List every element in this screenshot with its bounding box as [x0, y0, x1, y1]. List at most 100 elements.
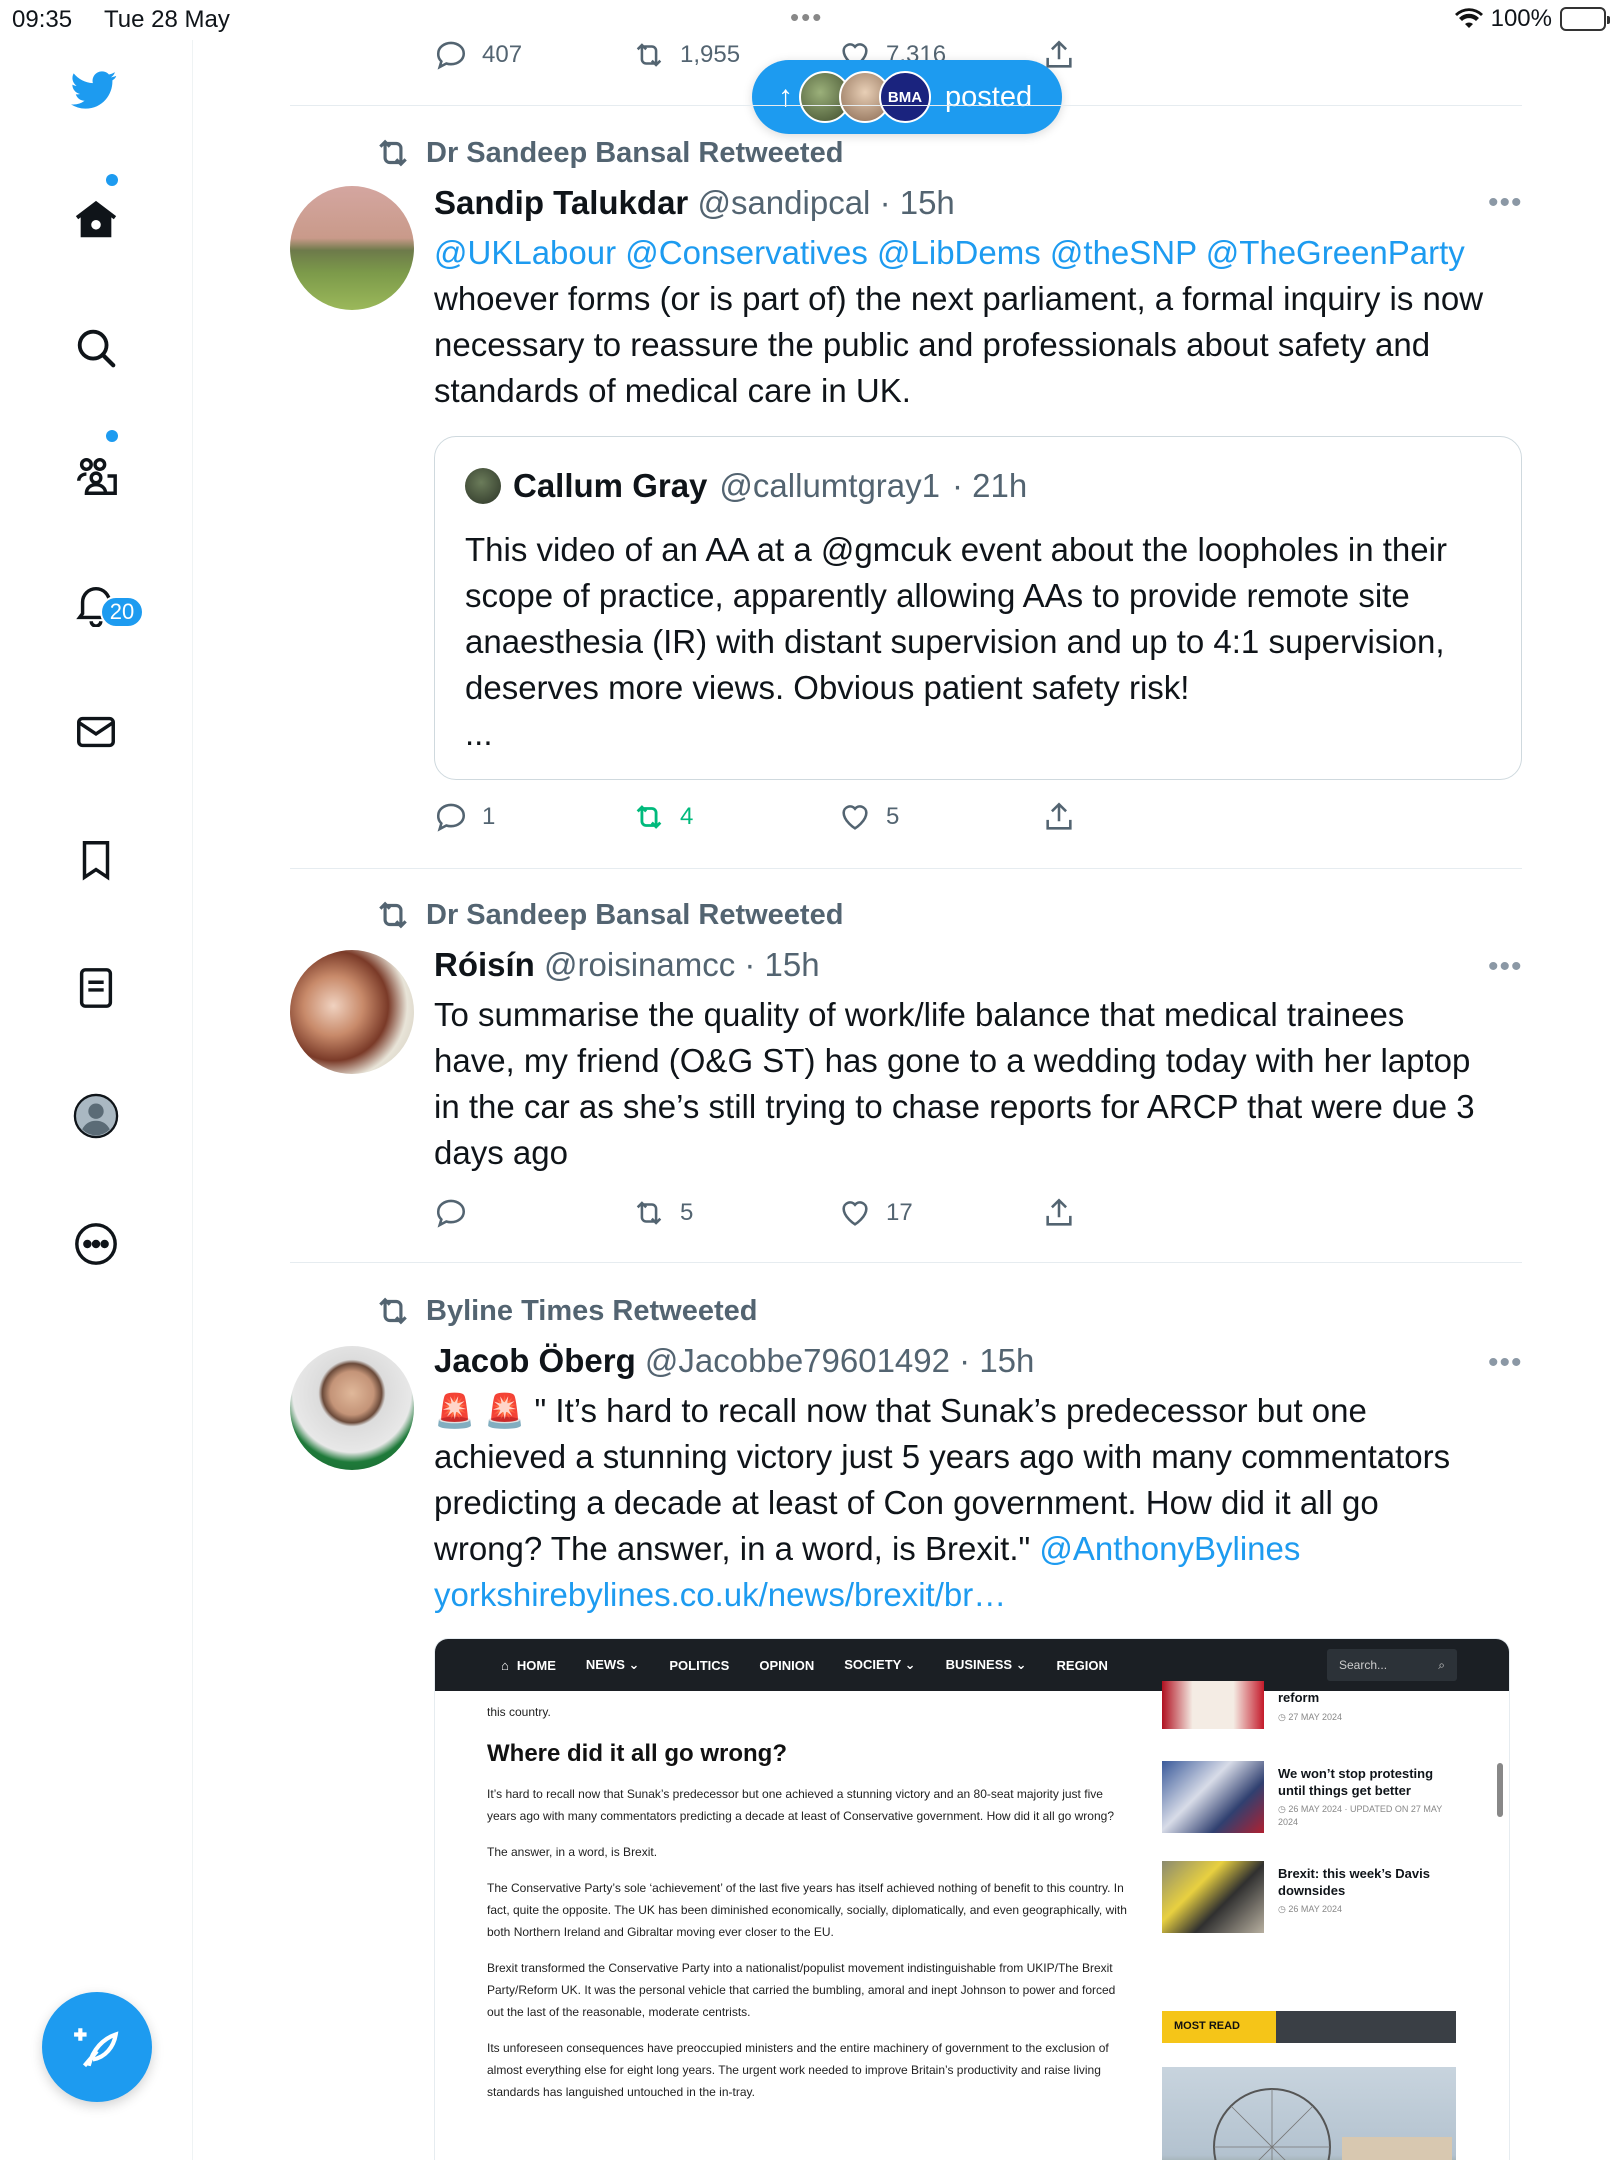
reply-icon: [436, 1199, 466, 1228]
author-handle[interactable]: @roisinamcc: [544, 946, 735, 983]
retweeted-by[interactable]: Dr Sandeep Bansal Retweeted: [374, 134, 843, 172]
profile-avatar-icon[interactable]: [70, 1090, 122, 1142]
avatar[interactable]: [290, 1346, 414, 1470]
article-thumbnail: [1162, 1761, 1264, 1833]
article-intro: this country.: [487, 1705, 551, 1719]
quote-ellipsis: ...: [465, 715, 493, 752]
tweet-divider: [290, 105, 1522, 106]
sidebar-article-title: Brexit: this week’s Davis downsides: [1278, 1866, 1430, 1898]
lists-icon[interactable]: [70, 962, 122, 1014]
home-icon[interactable]: [70, 194, 122, 246]
toast-label: posted: [945, 80, 1033, 113]
site-nav-item: OPINION: [759, 1657, 815, 1673]
messages-envelope-icon[interactable]: [70, 706, 122, 758]
article-thumbnail: [1162, 1681, 1264, 1729]
site-nav-item: NEWS ⌄: [585, 1657, 640, 1672]
sidebar-article: reform ◷ 27 MAY 2024: [1162, 1681, 1462, 1761]
sidebar: 20: [0, 40, 193, 2160]
author-name[interactable]: Sandip Talukdar: [434, 184, 688, 221]
tweet-time[interactable]: · 15h: [959, 1342, 1034, 1379]
reply-action[interactable]: 1: [434, 800, 495, 834]
like-action[interactable]: 17: [838, 1196, 913, 1230]
tweet-text: @UKLabour @Conservatives @LibDems @theSN…: [434, 230, 1494, 414]
share-icon: [1046, 802, 1072, 830]
retweeted-by[interactable]: Byline Times Retweeted: [374, 1292, 757, 1330]
share-action[interactable]: [1042, 800, 1076, 834]
most-read-label: MOST READ: [1162, 2011, 1276, 2043]
retweeted-by[interactable]: Dr Sandeep Bansal Retweeted: [374, 896, 843, 934]
retweeted-by-label: Dr Sandeep Bansal Retweeted: [426, 898, 844, 931]
sidebar-article-date: ◷ 26 MAY 2024 · UPDATED ON 27 MAY 2024: [1278, 1804, 1443, 1827]
battery-icon: [1560, 7, 1610, 31]
quote-header: Callum Gray @callumtgray1 · 21h: [465, 467, 1027, 505]
author-name[interactable]: Jacob Öberg: [434, 1342, 636, 1379]
retweeted-by-label: Dr Sandeep Bansal Retweeted: [426, 136, 844, 169]
compose-tweet-button[interactable]: [42, 1992, 152, 2102]
tweet-header: Jacob Öberg @Jacobbe79601492 · 15h: [434, 1342, 1034, 1380]
tweet-time[interactable]: · 15h: [880, 184, 955, 221]
more-options-icon[interactable]: •••: [1488, 1346, 1523, 1380]
author-name[interactable]: Róisín: [434, 946, 535, 983]
site-nav-item: BUSINESS ⌄: [945, 1657, 1027, 1672]
retweet-action[interactable]: 1,955: [632, 38, 740, 72]
tweet-link[interactable]: yorkshirebylines.co.uk/news/brexit/br…: [434, 1576, 1006, 1613]
like-count: 17: [886, 1199, 913, 1226]
article-heading: Where did it all go wrong?: [487, 1740, 787, 1767]
site-search: Search... ⌕: [1327, 1649, 1457, 1681]
reply-action[interactable]: 407: [434, 38, 522, 72]
article-paragraph: It’s hard to recall now that Sunak’s pre…: [487, 1787, 1114, 1823]
more-options-icon[interactable]: •••: [1488, 950, 1523, 984]
article-thumbnail: [1162, 1861, 1264, 1933]
avatar[interactable]: [290, 950, 414, 1074]
sidebar-article: We won’t stop protesting until things ge…: [1162, 1761, 1462, 1841]
like-action[interactable]: 5: [838, 800, 899, 834]
avatar[interactable]: [290, 186, 414, 310]
sidebar-article-date: ◷ 26 MAY 2024: [1278, 1904, 1343, 1914]
multitasking-dots-icon[interactable]: •••: [790, 2, 823, 33]
search-icon[interactable]: [70, 322, 122, 374]
feather-plus-icon: [74, 2028, 119, 2068]
tweet-text: 🚨 🚨 " It’s hard to recall now that Sunak…: [434, 1388, 1494, 1618]
bookmark-icon[interactable]: [70, 834, 122, 886]
tweet-mentions[interactable]: @UKLabour @Conservatives @LibDems @theSN…: [434, 234, 1465, 271]
sidebar-article-date: ◷ 27 MAY 2024: [1278, 1712, 1343, 1722]
retweet-action[interactable]: 4: [632, 800, 693, 834]
more-circle-icon[interactable]: [70, 1218, 122, 1270]
quote-avatar: [465, 468, 501, 504]
arrow-up-icon: ↑: [778, 80, 793, 113]
status-date: Tue 28 May: [104, 6, 230, 33]
home-dot-badge: [106, 174, 118, 186]
tweet-header: Róisín @roisinamcc · 15h: [434, 946, 820, 984]
reply-action[interactable]: [434, 1196, 468, 1230]
site-article: this country. Where did it all go wrong?…: [487, 1701, 1127, 2117]
author-handle[interactable]: @Jacobbe79601492: [645, 1342, 950, 1379]
reply-icon: [436, 803, 466, 832]
more-options-icon[interactable]: •••: [1488, 186, 1523, 220]
retweet-icon: [636, 1201, 662, 1225]
tweet-header: Sandip Talukdar @sandipcal · 15h: [434, 184, 955, 222]
article-paragraph: Its unforeseen consequences have preoccu…: [487, 2041, 1109, 2099]
status-right: 100%: [1454, 5, 1610, 33]
retweet-action[interactable]: 5: [632, 1196, 693, 1230]
toast-avatar-bma: BMA: [879, 71, 931, 123]
tweet-mention[interactable]: @AnthonyBylines: [1039, 1530, 1300, 1567]
siren-emoji-icon: 🚨 🚨: [434, 1392, 526, 1429]
quote-author-handle: @callumtgray1: [719, 467, 940, 504]
communities-icon[interactable]: [70, 450, 122, 502]
communities-dot-badge: [106, 430, 118, 442]
heart-icon: [842, 805, 868, 830]
quote-tweet[interactable]: Callum Gray @callumtgray1 · 21h This vid…: [434, 436, 1522, 780]
share-action[interactable]: [1042, 1196, 1076, 1230]
tweet-body: whoever forms (or is part of) the next p…: [434, 280, 1484, 409]
tweet-time[interactable]: · 15h: [744, 946, 819, 983]
london-eye-photo: [1162, 2067, 1456, 2160]
scrollbar[interactable]: [1497, 1763, 1503, 1817]
retweet-icon: [379, 1297, 407, 1325]
site-nav-item: POLITICS: [669, 1657, 730, 1673]
tweet-divider: [290, 1262, 1522, 1263]
author-handle[interactable]: @sandipcal: [697, 184, 870, 221]
link-preview-image[interactable]: ⌂ HOME NEWS ⌄ POLITICS OPINION SOCIETY ⌄…: [434, 1638, 1510, 2160]
new-posts-toast[interactable]: ↑ BMA posted: [752, 60, 1062, 134]
twitter-logo-icon[interactable]: [68, 64, 120, 116]
like-count: 5: [886, 803, 900, 830]
